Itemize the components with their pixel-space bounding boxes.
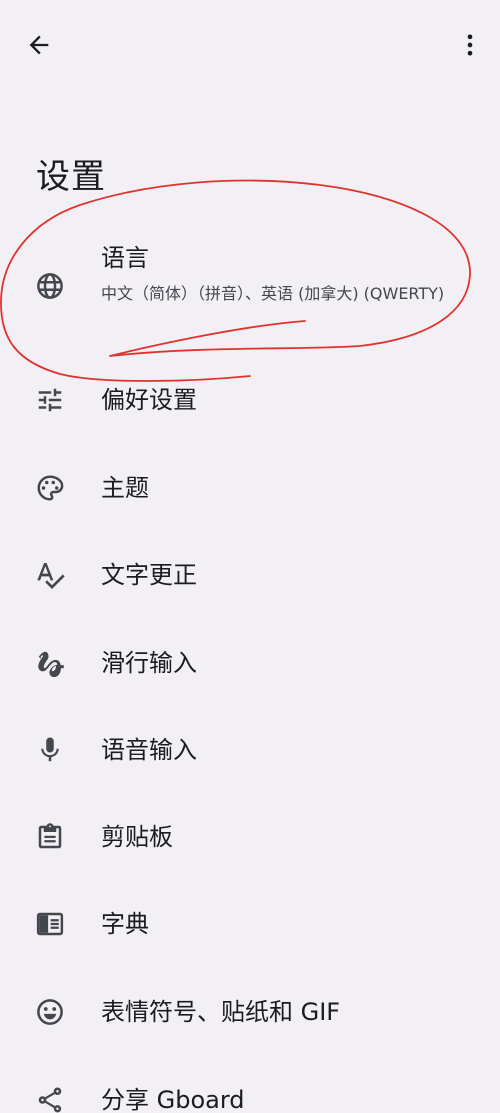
settings-item-label: 语言	[101, 244, 149, 272]
settings-item-emoji[interactable]: 表情符号、贴纸和 GIF	[0, 968, 500, 1056]
palette-icon	[32, 470, 68, 506]
settings-item-label: 语音输入	[101, 736, 197, 764]
settings-item-subtitle: 中文（简体）（拼音）、英语 (加拿大) (QWERTY)	[101, 284, 445, 303]
settings-item-label: 表情符号、贴纸和 GIF	[101, 998, 341, 1026]
settings-item-voice-input[interactable]: 语音输入	[0, 706, 500, 794]
globe-icon	[32, 268, 68, 304]
settings-item-glide-typing[interactable]: 滑行输入	[0, 619, 500, 707]
settings-item-label: 滑行输入	[101, 649, 197, 677]
settings-item-theme[interactable]: 主题	[0, 444, 500, 532]
emoji-face-icon	[32, 994, 68, 1030]
settings-item-label: 剪贴板	[101, 823, 173, 851]
clipboard-icon	[32, 819, 68, 855]
more-options-button[interactable]	[446, 21, 494, 69]
more-vert-icon	[467, 34, 473, 56]
settings-item-label: 分享 Gboard	[101, 1086, 245, 1113]
settings-item-clipboard[interactable]: 剪贴板	[0, 793, 500, 881]
tune-sliders-icon	[32, 382, 68, 418]
settings-item-text-correction[interactable]: 文字更正	[0, 531, 500, 619]
arrow-back-icon	[29, 35, 49, 55]
settings-item-label: 字典	[101, 910, 149, 938]
settings-item-label: 文字更正	[101, 561, 197, 589]
settings-item-label: 偏好设置	[101, 386, 197, 414]
back-button[interactable]	[15, 21, 63, 69]
settings-item-label: 主题	[101, 474, 149, 502]
mic-icon	[32, 732, 68, 768]
settings-item-preferences[interactable]: 偏好设置	[0, 356, 500, 444]
share-icon	[32, 1082, 68, 1113]
page-title: 设置	[36, 157, 106, 197]
spellcheck-icon	[32, 557, 68, 593]
settings-item-language[interactable]: 语言 中文（简体）（拼音）、英语 (加拿大) (QWERTY)	[0, 230, 500, 350]
settings-item-share[interactable]: 分享 Gboard	[0, 1056, 500, 1113]
top-app-bar	[0, 0, 500, 92]
dictionary-book-icon	[32, 906, 68, 942]
gesture-icon	[32, 645, 68, 681]
settings-item-dictionary[interactable]: 字典	[0, 880, 500, 968]
